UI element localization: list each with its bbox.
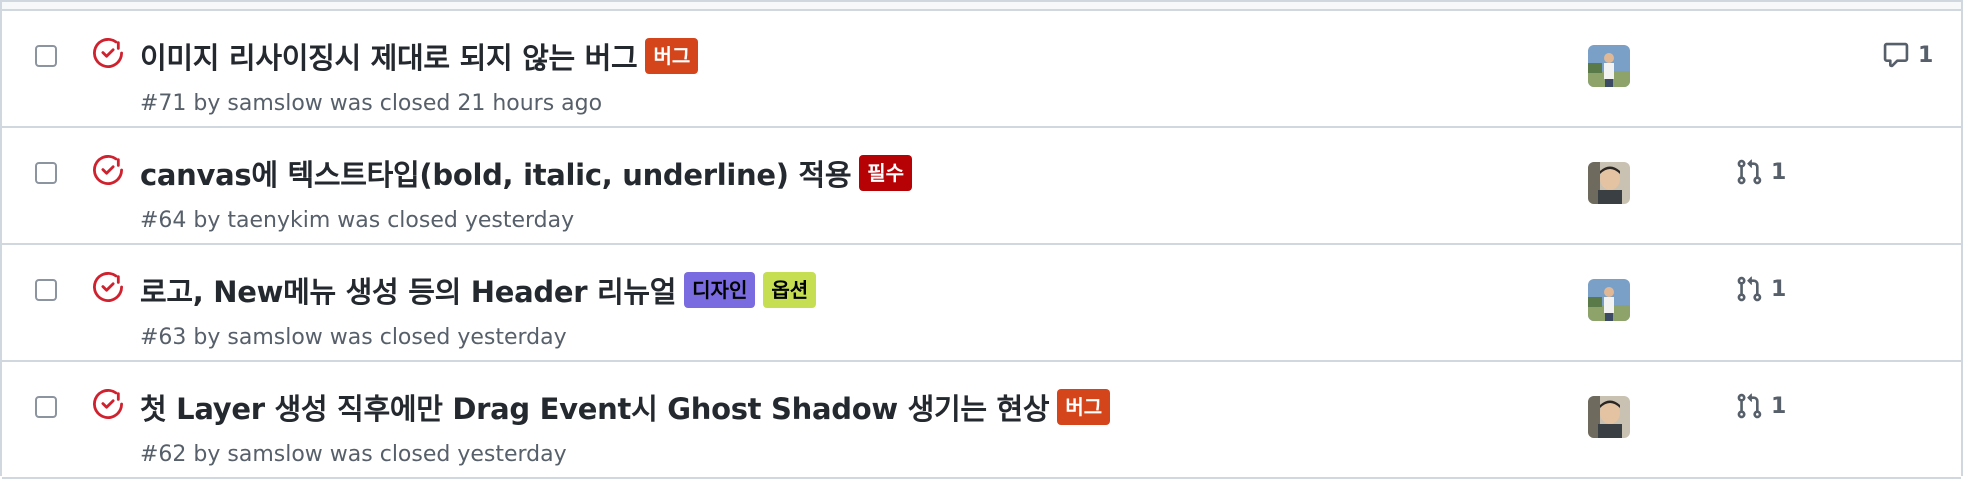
assignee-avatar[interactable] <box>1588 279 1630 321</box>
issue-meta: #62 by samslow was closed yesterday <box>140 442 567 467</box>
linked-pr-link[interactable]: 1 <box>1735 158 1786 186</box>
issue-closed-icon <box>93 388 123 419</box>
issue-row[interactable]: 이미지 리사이징시 제대로 되지 않는 버그 버그 #71 by samslow… <box>2 11 1961 128</box>
select-checkbox[interactable] <box>35 396 57 418</box>
pull-request-icon <box>1737 159 1762 185</box>
issue-title-link[interactable]: 첫 Layer 생성 직후에만 Drag Event시 Ghost Shadow… <box>140 386 1050 428</box>
issue-meta: #63 by samslow was closed yesterday <box>140 325 567 350</box>
pr-count: 1 <box>1771 159 1787 185</box>
comment-icon <box>1883 42 1909 68</box>
label-bug[interactable]: 버그 <box>645 38 699 74</box>
issue-closed-icon <box>93 37 123 68</box>
select-checkbox[interactable] <box>35 45 57 67</box>
issue-meta: #64 by taenykim was closed yesterday <box>140 208 575 233</box>
list-header-edge <box>2 2 1961 11</box>
issue-title-link[interactable]: canvas에 텍스트타입(bold, italic, underline) 적… <box>140 152 852 194</box>
label-design[interactable]: 디자인 <box>684 272 756 308</box>
issue-row[interactable]: canvas에 텍스트타입(bold, italic, underline) 적… <box>2 128 1961 245</box>
issue-closed-icon <box>93 154 123 185</box>
issue-title-link[interactable]: 이미지 리사이징시 제대로 되지 않는 버그 <box>140 35 638 77</box>
issue-title-link[interactable]: 로고, New메뉴 생성 등의 Header 리뉴얼 <box>140 269 676 311</box>
issue-closed-icon <box>93 271 123 302</box>
issue-row[interactable]: 로고, New메뉴 생성 등의 Header 리뉴얼 디자인 옵션 #63 by… <box>2 245 1961 362</box>
label-required[interactable]: 필수 <box>859 155 913 191</box>
pr-count: 1 <box>1771 393 1787 419</box>
select-checkbox[interactable] <box>35 279 57 301</box>
issue-meta: #71 by samslow was closed 21 hours ago <box>140 91 603 116</box>
pull-request-icon <box>1737 393 1762 419</box>
assignee-avatar[interactable] <box>1588 45 1630 87</box>
pr-count: 1 <box>1771 276 1787 302</box>
comment-count: 1 <box>1918 42 1934 68</box>
pull-request-icon <box>1737 276 1762 302</box>
assignee-avatar[interactable] <box>1588 396 1630 438</box>
assignee-avatar[interactable] <box>1588 162 1630 204</box>
issue-list: 이미지 리사이징시 제대로 되지 않는 버그 버그 #71 by samslow… <box>0 0 1963 479</box>
linked-pr-link[interactable]: 1 <box>1735 392 1786 420</box>
comments-link[interactable]: 1 <box>1882 41 1933 69</box>
label-bug[interactable]: 버그 <box>1057 389 1111 425</box>
label-option[interactable]: 옵션 <box>763 272 817 308</box>
linked-pr-link[interactable]: 1 <box>1735 275 1786 303</box>
select-checkbox[interactable] <box>35 162 57 184</box>
issue-row[interactable]: 첫 Layer 생성 직후에만 Drag Event시 Ghost Shadow… <box>2 362 1961 479</box>
